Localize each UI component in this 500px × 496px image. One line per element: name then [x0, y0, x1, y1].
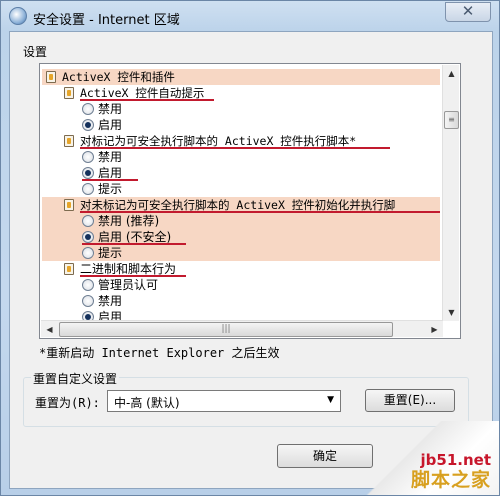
- setting-label: 禁用: [98, 150, 123, 164]
- close-button[interactable]: ✕: [445, 2, 491, 22]
- reset-to-label: 重置为(R):: [35, 396, 100, 410]
- setting-option[interactable]: 禁用: [42, 293, 440, 309]
- reset-button[interactable]: 重置(E)...: [365, 389, 455, 412]
- title-bar[interactable]: 安全设置 - Internet 区域 ✕: [1, 1, 499, 31]
- dropdown-arrow-icon[interactable]: ▼: [327, 395, 334, 405]
- setting-option[interactable]: 启用: [42, 117, 440, 133]
- horizontal-scroll-thumb[interactable]: |||: [59, 322, 393, 337]
- setting-label: 提示: [98, 182, 123, 196]
- setting-label: 管理员认可: [98, 278, 159, 292]
- setting-option[interactable]: 禁用: [42, 101, 440, 117]
- setting-option[interactable]: 提示: [42, 181, 440, 197]
- security-settings-window: 安全设置 - Internet 区域 ✕ 设置 ActiveX 控件和插件 Act…: [0, 0, 500, 496]
- setting-label: 禁用 (推荐): [98, 214, 160, 228]
- settings-folder-icon: [64, 87, 74, 99]
- setting-option[interactable]: 管理员认可: [42, 277, 440, 293]
- settings-folder-icon: [46, 71, 56, 83]
- settings-tree: ActiveX 控件和插件 ActiveX 控件自动提示 禁用 启用 对标记为可安全执行…: [42, 66, 440, 321]
- settings-folder-icon: [64, 199, 74, 211]
- radio-unchecked-icon[interactable]: [82, 103, 94, 115]
- radio-unchecked-icon[interactable]: [82, 183, 94, 195]
- radio-checked-icon[interactable]: [82, 231, 94, 243]
- reset-level-select[interactable]: 中-高 (默认) ▼: [107, 390, 341, 412]
- radio-unchecked-icon[interactable]: [82, 279, 94, 291]
- watermark-name: 脚本之家: [410, 469, 491, 491]
- globe-icon: [9, 7, 27, 25]
- radio-unchecked-icon[interactable]: [82, 215, 94, 227]
- reset-level-value: 中-高 (默认): [114, 396, 180, 410]
- setting-option[interactable]: 提示: [42, 245, 440, 261]
- setting-label: 禁用: [98, 294, 123, 308]
- radio-checked-icon[interactable]: [82, 119, 94, 131]
- setting-label: 提示: [98, 246, 123, 260]
- settings-group-label: 设置: [23, 45, 48, 59]
- setting-option[interactable]: 禁用: [42, 149, 440, 165]
- radio-unchecked-icon[interactable]: [82, 295, 94, 307]
- restart-note: *重新启动 Internet Explorer 之后生效: [39, 346, 280, 360]
- radio-checked-icon[interactable]: [82, 167, 94, 179]
- radio-unchecked-icon[interactable]: [82, 247, 94, 259]
- settings-folder-icon: [64, 263, 74, 275]
- setting-label: 禁用: [98, 102, 123, 116]
- setting-category: ActiveX 控件和插件: [42, 69, 440, 85]
- scroll-right-icon[interactable]: ▶: [426, 321, 443, 338]
- window-title: 安全设置 - Internet 区域: [33, 13, 180, 28]
- horizontal-scrollbar[interactable]: ◀ ||| ▶: [41, 320, 443, 337]
- setting-option[interactable]: 禁用 (推荐): [42, 213, 440, 229]
- scroll-down-icon[interactable]: ▼: [443, 304, 460, 321]
- settings-folder-icon: [64, 135, 74, 147]
- vertical-scroll-thumb[interactable]: ≡: [444, 111, 459, 129]
- settings-list: ActiveX 控件和插件 ActiveX 控件自动提示 禁用 启用 对标记为可安全执行…: [39, 63, 461, 339]
- scroll-up-icon[interactable]: ▲: [443, 65, 460, 82]
- scroll-left-icon[interactable]: ◀: [41, 321, 58, 338]
- vertical-scrollbar[interactable]: ▲ ≡ ▼: [442, 65, 459, 321]
- setting-label: 启用: [98, 118, 123, 132]
- reset-group-title: 重置自定义设置: [31, 370, 120, 387]
- setting-label: ActiveX 控件和插件: [62, 70, 175, 84]
- radio-unchecked-icon[interactable]: [82, 151, 94, 163]
